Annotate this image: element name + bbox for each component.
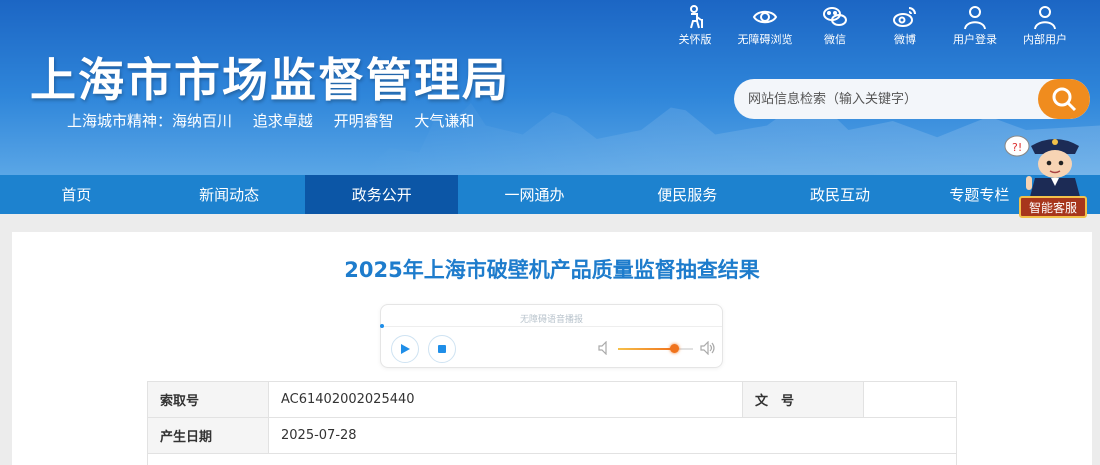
main-nav: 首页 新闻动态 政务公开 一网通办 便民服务 政民互动 专题专栏 — [0, 175, 1100, 214]
search-button[interactable] — [1038, 79, 1090, 119]
volume-fill — [618, 348, 675, 350]
motto-part: 开明睿智 — [333, 112, 394, 130]
motto-part: 追求卓越 — [252, 112, 313, 130]
eye-icon — [752, 10, 778, 24]
accessibility-button[interactable]: 无障碍浏览 — [730, 4, 800, 47]
user-icon — [964, 6, 986, 30]
user-login-button[interactable]: 用户登录 — [940, 4, 1010, 47]
site-title[interactable]: 上海市市场监督管理局 — [30, 44, 510, 110]
site-search — [734, 79, 1090, 119]
audio-player: 无障碍语音播报 — [380, 304, 723, 368]
play-button[interactable] — [391, 335, 419, 363]
table-row: 索取号 AC61402002025440 文 号 — [147, 381, 957, 418]
stop-button[interactable] — [428, 335, 456, 363]
document-meta-table: 索取号 AC61402002025440 文 号 产生日期 2025-07-28 — [147, 381, 957, 465]
table-cell-empty — [147, 453, 957, 465]
accessibility-label: 无障碍浏览 — [737, 33, 793, 46]
play-icon — [401, 344, 410, 354]
motto-part: 大气谦和 — [414, 112, 475, 130]
care-mode-button[interactable]: 关怀版 — [660, 4, 730, 47]
elderly-icon — [690, 5, 703, 29]
wechat-button[interactable]: 微信 — [800, 4, 870, 47]
weibo-label: 微博 — [894, 33, 916, 46]
search-icon — [1052, 87, 1077, 112]
smart-service-widget[interactable]: ?! 智能客服 — [1003, 128, 1100, 220]
nav-item-gov-affairs[interactable]: 政务公开 — [305, 175, 459, 214]
weibo-icon — [893, 7, 916, 27]
user-login-label: 用户登录 — [953, 33, 997, 46]
volume-low-icon — [598, 341, 607, 355]
search-input[interactable] — [734, 79, 1034, 119]
doc-no-value — [863, 381, 957, 418]
index-label: 索取号 — [147, 381, 269, 418]
motto-part: 上海城市精神：海纳百川 — [67, 112, 233, 130]
weibo-button[interactable]: 微博 — [870, 4, 940, 47]
volume-knob[interactable] — [670, 344, 680, 353]
nav-item-interaction[interactable]: 政民互动 — [764, 175, 917, 214]
table-row: 产生日期 2025-07-28 — [147, 417, 957, 454]
svg-text:?!: ?! — [1012, 141, 1022, 154]
volume-high-icon — [700, 341, 715, 355]
city-motto: 上海城市精神：海纳百川 追求卓越 开明睿智 大气谦和 — [67, 110, 490, 131]
internal-user-button[interactable]: 内部用户 — [1010, 4, 1080, 47]
header-banner: 上海市市场监督管理局 上海城市精神：海纳百川 追求卓越 开明睿智 大气谦和 关怀… — [0, 0, 1100, 175]
user-icon — [1034, 6, 1056, 30]
index-value: AC61402002025440 — [268, 381, 743, 418]
smart-service-label: 智能客服 — [1019, 196, 1087, 218]
date-label: 产生日期 — [147, 417, 269, 454]
doc-no-label: 文 号 — [742, 381, 864, 418]
nav-item-public-services[interactable]: 便民服务 — [611, 175, 764, 214]
article-title: 2025年上海市破壁机产品质量监督抽查结果 — [344, 258, 760, 282]
wechat-label: 微信 — [824, 33, 846, 46]
stop-icon — [438, 345, 446, 353]
nav-item-online-services[interactable]: 一网通办 — [458, 175, 611, 214]
top-toolbar: 关怀版 无障碍浏览 微信 微博 用户登录 内部用户 — [660, 4, 1080, 47]
nav-item-news[interactable]: 新闻动态 — [153, 175, 306, 214]
care-mode-label: 关怀版 — [678, 33, 712, 46]
player-label: 无障碍语音播报 — [519, 315, 583, 325]
wechat-icon — [823, 7, 847, 26]
article-card: 2025年上海市破壁机产品质量监督抽查结果 无障碍语音播报 索取号 AC6140… — [12, 232, 1092, 465]
volume-slider[interactable] — [618, 344, 693, 353]
table-row — [147, 453, 957, 465]
internal-user-label: 内部用户 — [1023, 33, 1067, 46]
progress-track[interactable] — [380, 324, 722, 328]
nav-item-home[interactable]: 首页 — [0, 175, 153, 214]
date-value: 2025-07-28 — [268, 417, 957, 454]
